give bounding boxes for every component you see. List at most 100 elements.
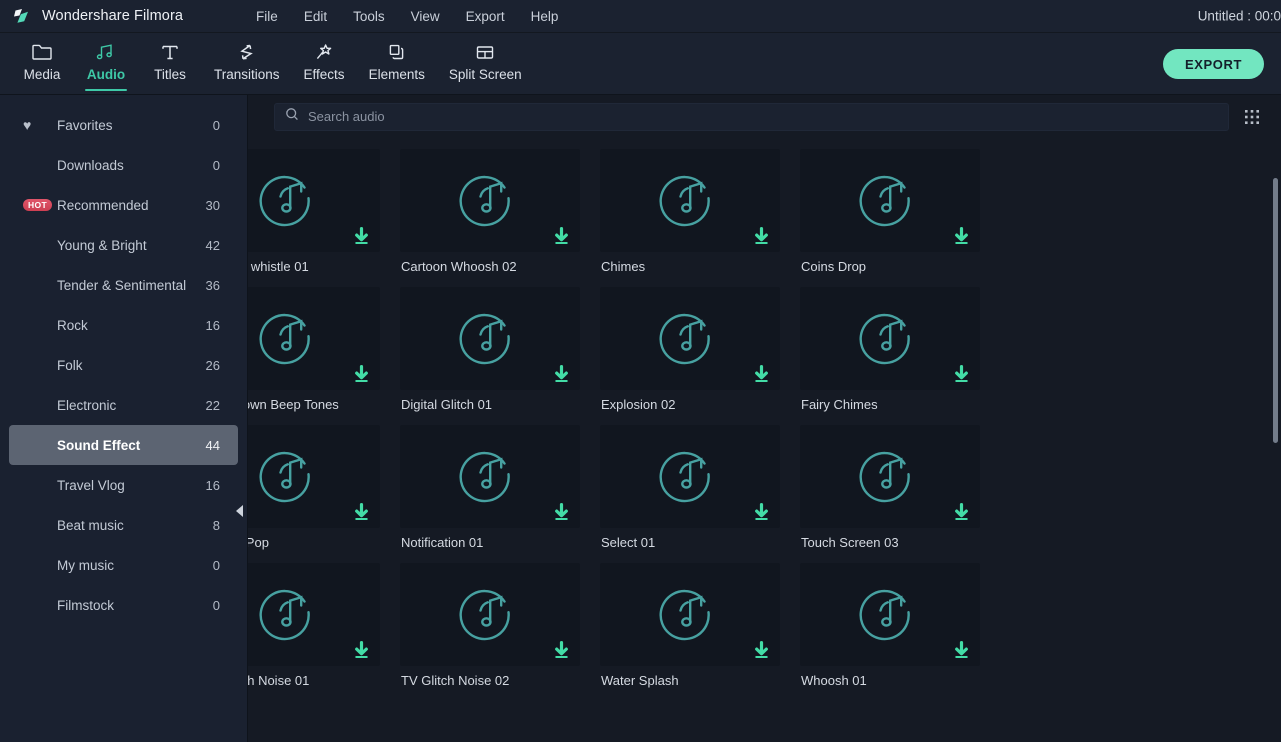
audio-card-thumbnail[interactable] [800, 563, 980, 666]
sidebar-item-recommended[interactable]: HOT Recommended 30 [9, 185, 238, 225]
download-arrow-icon[interactable] [553, 503, 570, 521]
vertical-scrollbar-thumb[interactable] [1273, 178, 1278, 443]
grid-dots-icon[interactable] [1235, 102, 1269, 132]
audio-card-thumbnail[interactable] [800, 425, 980, 528]
download-arrow-icon[interactable] [353, 365, 370, 383]
tab-transitions[interactable]: Transitions [202, 33, 292, 95]
search-box[interactable] [274, 103, 1229, 131]
audio-card[interactable]: Cartoon Whoosh 02 [400, 149, 580, 274]
sidebar-item-folk[interactable]: Folk 26 [9, 345, 238, 385]
collapse-left-triangle-icon[interactable] [232, 503, 246, 519]
sidebar-item-filmstock[interactable]: Filmstock 0 [9, 585, 238, 625]
export-button[interactable]: EXPORT [1163, 49, 1264, 79]
audio-card[interactable]: Cartoon whistle 01 [248, 149, 380, 274]
audio-card[interactable]: Select 01 [600, 425, 780, 550]
audio-card-thumbnail[interactable] [248, 287, 380, 390]
menu-item-tools[interactable]: Tools [340, 5, 398, 28]
audio-card-thumbnail[interactable] [248, 563, 380, 666]
audio-card-thumbnail[interactable] [400, 563, 580, 666]
sidebar-item-beat-music[interactable]: Beat music 8 [9, 505, 238, 545]
heart-icon: ♥ [23, 118, 57, 132]
sidebar-item-sound-effect[interactable]: Sound Effect 44 [9, 425, 238, 465]
download-arrow-icon[interactable] [353, 503, 370, 521]
audio-card[interactable]: Chimes [600, 149, 780, 274]
download-arrow-icon[interactable] [553, 227, 570, 245]
audio-content-panel: Bells 03 Cartoon whistle 01 [248, 95, 1281, 742]
audio-card[interactable]: Digital Glitch 01 [400, 287, 580, 412]
sidebar-item-my-music[interactable]: My music 0 [9, 545, 238, 585]
audio-card-thumbnail[interactable] [400, 149, 580, 252]
sidebar-item-label: Favorites [57, 118, 202, 133]
sidebar-item-label: Young & Bright [57, 238, 202, 253]
menu-item-export[interactable]: Export [453, 5, 518, 28]
tab-elements[interactable]: Elements [357, 33, 437, 95]
download-arrow-icon[interactable] [753, 503, 770, 521]
audio-card-thumbnail[interactable] [600, 149, 780, 252]
audio-card[interactable]: Fairy Chimes [800, 287, 980, 412]
tab-audio[interactable]: Audio [74, 33, 138, 95]
download-arrow-icon[interactable] [353, 641, 370, 659]
download-arrow-icon[interactable] [953, 503, 970, 521]
audio-card-thumbnail[interactable] [248, 149, 380, 252]
audio-card-thumbnail[interactable] [248, 425, 380, 528]
audio-card[interactable]: Whoosh 01 [800, 563, 980, 688]
tab-titles[interactable]: Titles [138, 33, 202, 95]
audio-card[interactable]: Water Splash [600, 563, 780, 688]
audio-note-circle-icon [859, 167, 921, 234]
filmora-app-window: Wondershare Filmora File Edit Tools View… [0, 0, 1281, 742]
tab-split-screen-label: Split Screen [449, 67, 522, 82]
download-arrow-icon[interactable] [353, 227, 370, 245]
menu-item-help[interactable]: Help [518, 5, 572, 28]
audio-card-thumbnail[interactable] [600, 425, 780, 528]
sidebar-item-young-bright[interactable]: Young & Bright 42 [9, 225, 238, 265]
audio-card[interactable]: Notification 01 [400, 425, 580, 550]
tab-transitions-label: Transitions [214, 67, 280, 82]
sidebar-item-count: 0 [202, 158, 220, 173]
tab-effects[interactable]: Effects [292, 33, 357, 95]
title-bar: Wondershare Filmora File Edit Tools View… [0, 0, 1281, 33]
tab-media[interactable]: Media [10, 33, 74, 95]
sidebar-item-label: Downloads [57, 158, 202, 173]
menu-item-file[interactable]: File [243, 5, 291, 28]
sidebar-item-count: 0 [202, 118, 220, 133]
search-input[interactable] [308, 109, 1218, 124]
hot-badge-wrap: HOT [23, 199, 57, 212]
download-arrow-icon[interactable] [953, 365, 970, 383]
hot-badge: HOT [23, 199, 52, 212]
audio-card[interactable]: Touch Screen 03 [800, 425, 980, 550]
audio-card-thumbnail[interactable] [400, 287, 580, 390]
sidebar-item-travel-vlog[interactable]: Travel Vlog 16 [9, 465, 238, 505]
audio-card[interactable]: Double Pop [248, 425, 380, 550]
download-arrow-icon[interactable] [753, 641, 770, 659]
sidebar-item-rock[interactable]: Rock 16 [9, 305, 238, 345]
tab-split-screen[interactable]: Split Screen [437, 33, 534, 95]
download-arrow-icon[interactable] [753, 227, 770, 245]
audio-card[interactable]: TV Glitch Noise 02 [400, 563, 580, 688]
menu-item-edit[interactable]: Edit [291, 5, 340, 28]
audio-card-label: TV Glitch Noise 01 [248, 673, 380, 688]
audio-note-circle-icon [659, 305, 721, 372]
audio-card[interactable]: Coins Drop [800, 149, 980, 274]
sidebar-item-count: 26 [202, 358, 220, 373]
sidebar-item-label: Electronic [57, 398, 202, 413]
sidebar-item-downloads[interactable]: Downloads 0 [9, 145, 238, 185]
audio-card-thumbnail[interactable] [800, 287, 980, 390]
audio-card[interactable]: Countdown Beep Tones [248, 287, 380, 412]
download-arrow-icon[interactable] [553, 365, 570, 383]
sidebar-item-favorites[interactable]: ♥ Favorites 0 [9, 105, 238, 145]
menu-item-view[interactable]: View [398, 5, 453, 28]
audio-card[interactable]: TV Glitch Noise 01 [248, 563, 380, 688]
download-arrow-icon[interactable] [753, 365, 770, 383]
download-arrow-icon[interactable] [953, 641, 970, 659]
audio-card-thumbnail[interactable] [600, 563, 780, 666]
audio-card-thumbnail[interactable] [600, 287, 780, 390]
audio-card-thumbnail[interactable] [400, 425, 580, 528]
download-arrow-icon[interactable] [953, 227, 970, 245]
download-arrow-icon[interactable] [553, 641, 570, 659]
audio-card-thumbnail[interactable] [800, 149, 980, 252]
sidebar-item-electronic[interactable]: Electronic 22 [9, 385, 238, 425]
sidebar-item-tender-sentimental[interactable]: Tender & Sentimental 36 [9, 265, 238, 305]
audio-card[interactable]: Explosion 02 [600, 287, 780, 412]
audio-grid-scroll-area[interactable]: Bells 03 Cartoon whistle 01 [248, 138, 1281, 742]
sidebar-item-label: Folk [57, 358, 202, 373]
